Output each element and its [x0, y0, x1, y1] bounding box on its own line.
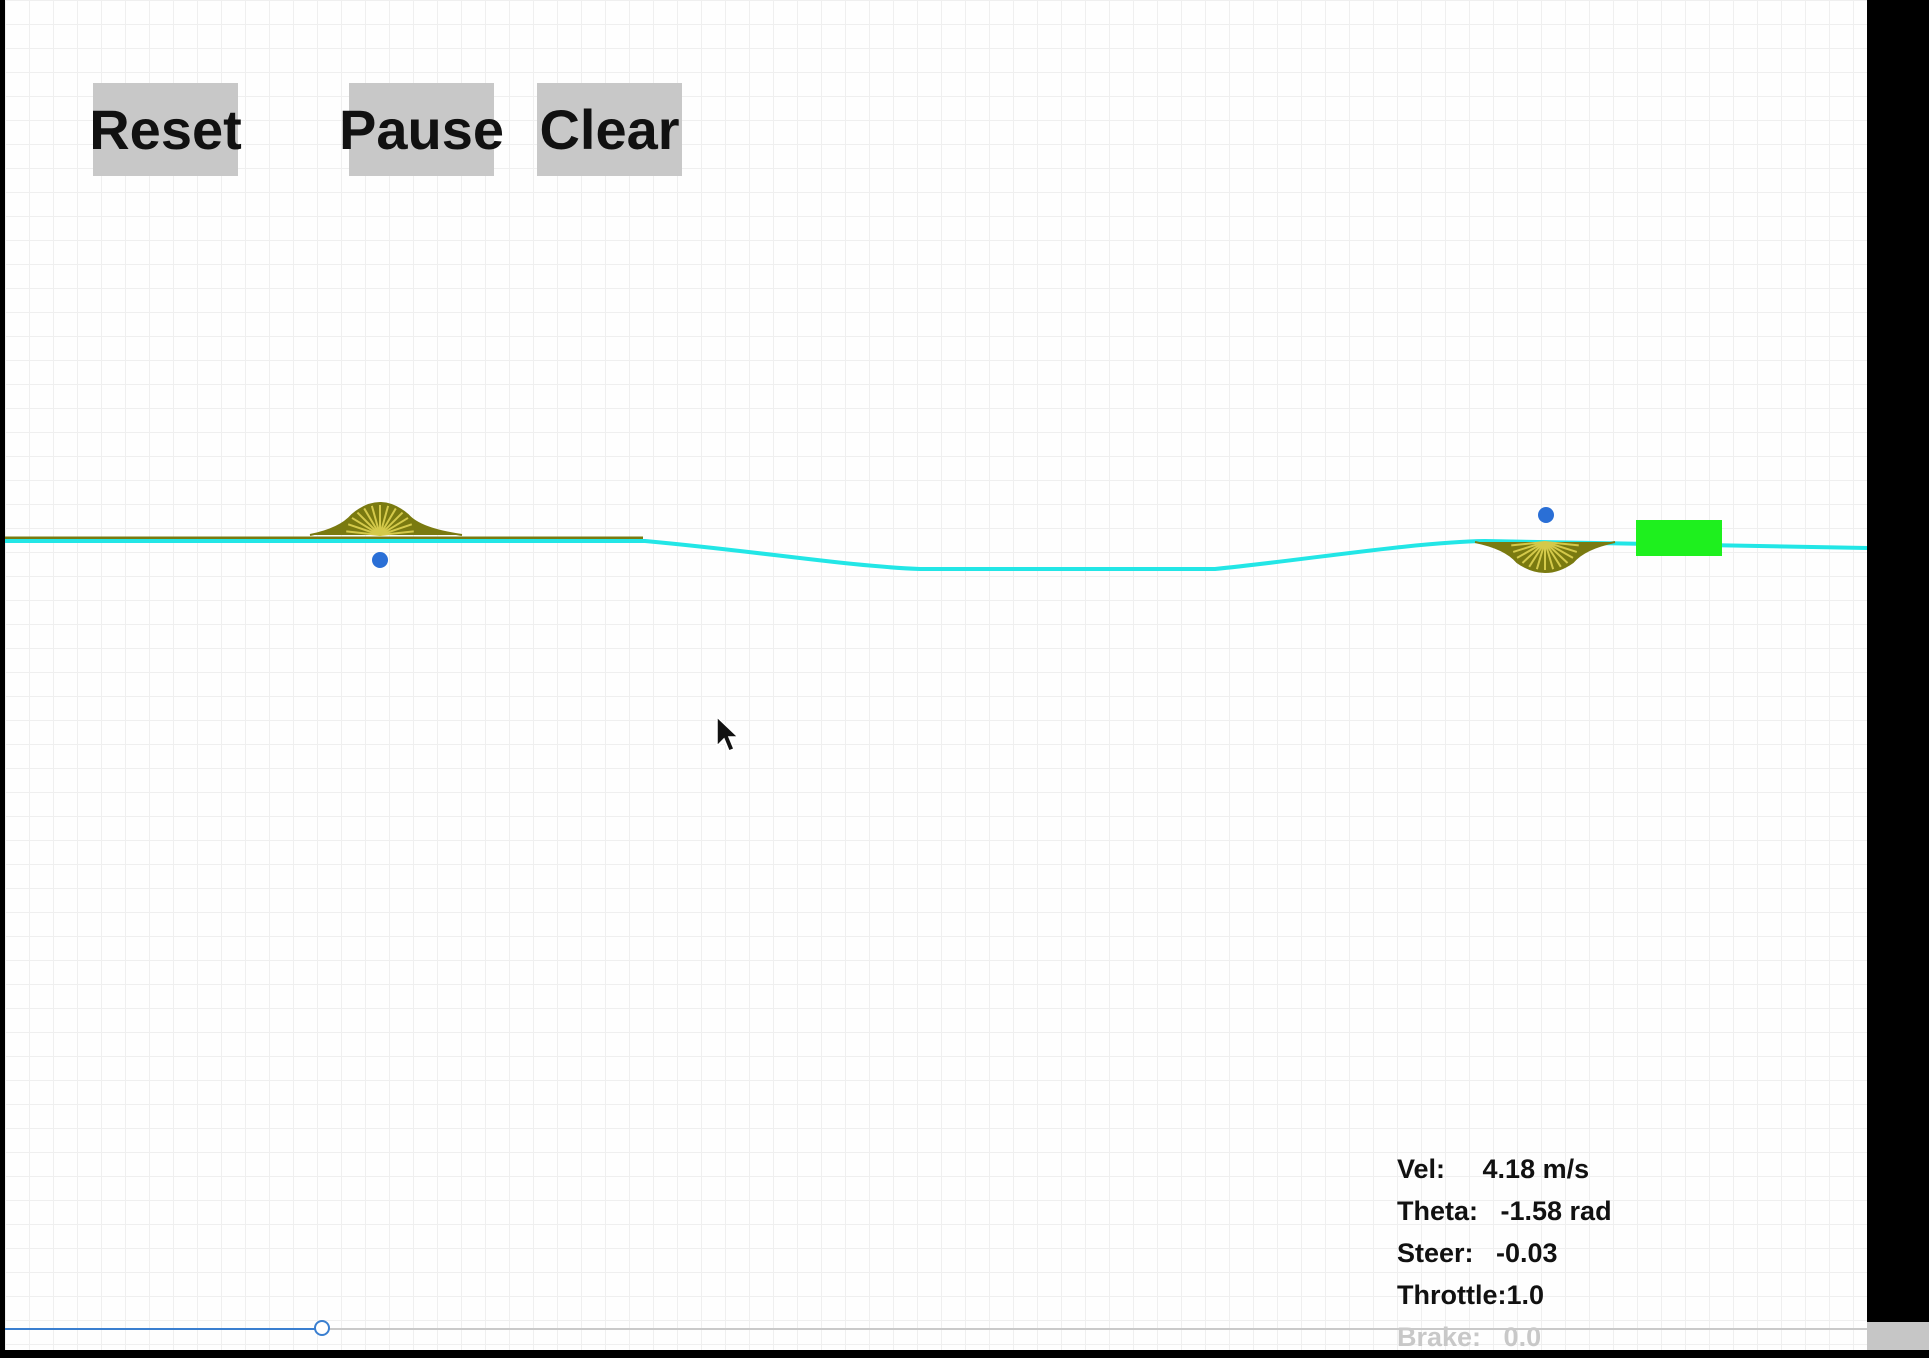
window-corner — [1867, 1322, 1929, 1350]
target-marker — [1538, 507, 1554, 523]
vehicle — [1636, 520, 1722, 556]
window-edge — [1867, 0, 1929, 1322]
clear-button[interactable]: Clear — [537, 83, 682, 176]
theta-readout: Theta: -1.58 rad — [1397, 1196, 1612, 1226]
pause-button[interactable]: Pause — [339, 83, 504, 176]
telemetry-panel: Vel: 4.18 m/s Theta: -1.58 rad Steer: -0… — [1397, 1148, 1612, 1358]
arrow-cursor-icon — [716, 716, 740, 752]
timeline-slider-fill — [5, 1328, 322, 1330]
steer-readout: Steer: -0.03 — [1397, 1238, 1558, 1268]
waypoint-marker — [372, 552, 388, 568]
velocity-readout: Vel: 4.18 m/s — [1397, 1154, 1590, 1184]
brake-readout: Brake: 0.0 — [1397, 1322, 1542, 1352]
timeline-slider-thumb[interactable] — [313, 1320, 330, 1336]
reset-button[interactable]: Reset — [89, 83, 242, 176]
throttle-readout: Throttle:1.0 — [1397, 1280, 1545, 1310]
